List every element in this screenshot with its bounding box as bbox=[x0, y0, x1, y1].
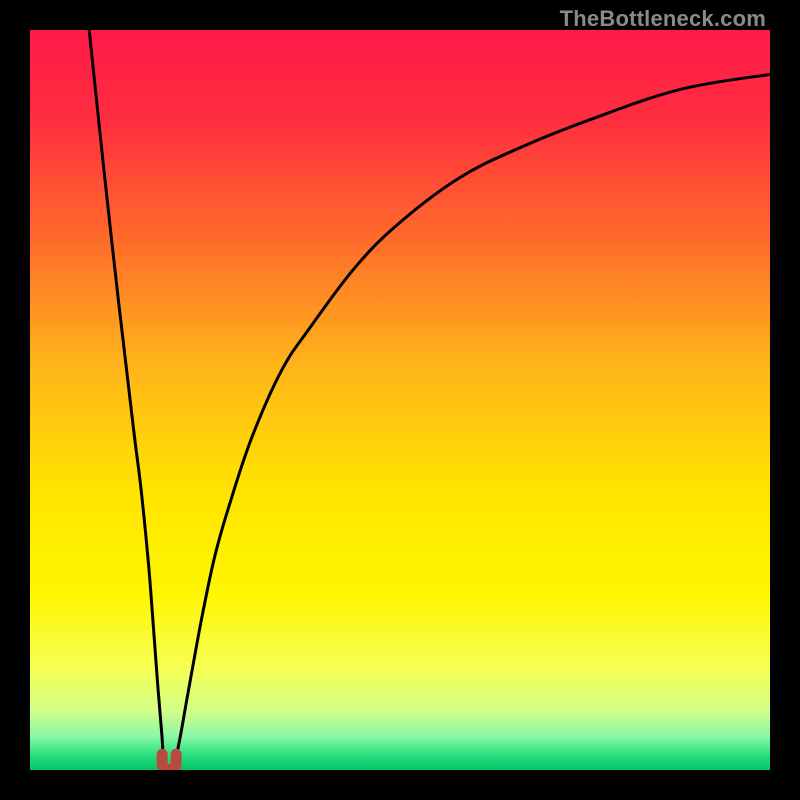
curve-left-branch bbox=[89, 30, 164, 766]
sweet-spot-marker bbox=[162, 754, 176, 769]
outer-frame: TheBottleneck.com bbox=[0, 0, 800, 800]
curve-layer bbox=[30, 30, 770, 770]
watermark-text: TheBottleneck.com bbox=[560, 6, 766, 32]
curve-right-branch bbox=[174, 74, 770, 766]
plot-area bbox=[30, 30, 770, 770]
